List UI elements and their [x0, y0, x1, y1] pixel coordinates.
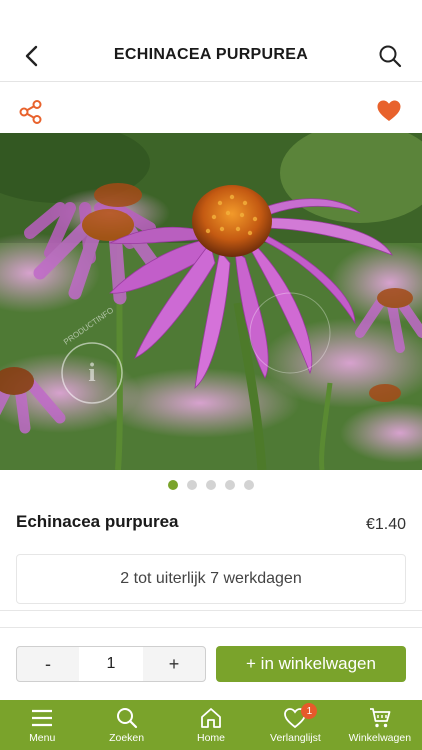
top-bar: ECHINACEA PURPUREA — [0, 0, 422, 82]
svg-text:i: i — [88, 358, 95, 387]
delivery-text: 2 tot uiterlijk 7 werkdagen — [120, 570, 302, 587]
add-to-cart-label: + in winkelwagen — [246, 654, 376, 673]
decrease-quantity-button[interactable]: - — [17, 647, 79, 681]
tab-label: Winkelwagen — [348, 732, 412, 744]
divider — [0, 627, 422, 628]
chevron-left-icon — [25, 45, 38, 67]
cart-icon — [369, 708, 391, 728]
tab-home[interactable]: Home — [169, 700, 253, 750]
bottom-tab-bar: Menu Zoeken Home 1 Verlanglijst Winkelwa… — [0, 700, 422, 750]
tab-label: Zoeken — [109, 732, 145, 744]
image-pagination — [0, 480, 422, 492]
back-button[interactable] — [18, 42, 46, 70]
product-image[interactable]: i PRODUCTINFO — [0, 133, 422, 470]
quantity-stepper: - 1 + — [16, 646, 206, 682]
product-price: €1.40 — [365, 516, 406, 533]
heart-icon — [377, 100, 401, 121]
share-icon — [19, 100, 42, 124]
increase-quantity-button[interactable]: + — [143, 647, 205, 681]
add-to-cart-button[interactable]: + in winkelwagen — [216, 646, 406, 682]
echinacea-photo: i PRODUCTINFO — [0, 133, 422, 470]
wishlist-count-badge: 1 — [301, 703, 318, 719]
tab-menu[interactable]: Menu — [0, 700, 84, 750]
page-dot[interactable] — [206, 480, 216, 490]
product-name: Echinacea purpurea — [16, 512, 179, 531]
delivery-info: 2 tot uiterlijk 7 werkdagen — [16, 554, 406, 604]
page-title: ECHINACEA PURPUREA — [113, 46, 309, 63]
home-icon — [201, 708, 221, 728]
divider — [0, 610, 422, 611]
quantity-field[interactable]: 1 — [79, 647, 143, 681]
page-dot[interactable] — [244, 480, 254, 490]
tab-search[interactable]: Zoeken — [84, 700, 168, 750]
search-icon — [379, 45, 402, 68]
tab-label: Home — [197, 732, 226, 744]
search-icon — [116, 708, 137, 729]
favorite-button[interactable] — [376, 99, 404, 127]
tab-label: Verlanglijst — [270, 732, 321, 744]
tab-wishlist[interactable]: 1 Verlanglijst — [253, 700, 337, 750]
tab-cart[interactable]: Winkelwagen — [338, 700, 422, 750]
product-summary: Echinacea purpurea €1.40 — [16, 512, 406, 538]
share-button[interactable] — [18, 99, 46, 127]
page-dot[interactable] — [187, 480, 197, 490]
menu-icon — [32, 709, 53, 727]
page-dot[interactable] — [225, 480, 235, 490]
page-dot-active[interactable] — [168, 480, 178, 490]
product-actions — [0, 83, 422, 133]
search-button[interactable] — [376, 42, 404, 70]
tab-label: Menu — [29, 732, 56, 744]
